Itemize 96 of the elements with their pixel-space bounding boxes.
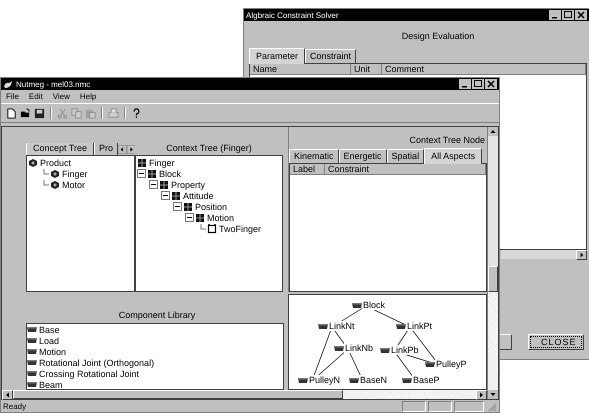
tray-icon (402, 376, 412, 384)
tree-item[interactable]: TwoFinger (219, 224, 262, 234)
menu-item[interactable]: Help (80, 91, 96, 102)
minimize-icon[interactable] (549, 10, 561, 20)
tab[interactable]: Spatial (386, 149, 424, 163)
column-header[interactable]: Unit (351, 64, 382, 74)
tree-item[interactable]: Finger (62, 168, 88, 178)
close-button[interactable]: CLOSE (528, 334, 584, 350)
frame-icon (207, 224, 217, 234)
list-item[interactable]: Motion (39, 346, 66, 356)
list-item[interactable]: Load (39, 336, 60, 346)
scrollbar[interactable] (501, 250, 587, 259)
column-header[interactable]: Name (250, 64, 351, 74)
list-item[interactable]: Beam (39, 380, 63, 389)
tray-icon (27, 337, 37, 344)
tray-icon (298, 376, 308, 384)
scroll-thumb[interactable] (488, 266, 498, 292)
maximize-icon[interactable] (562, 10, 574, 20)
collapse-icon[interactable] (185, 213, 194, 222)
app-icon (3, 80, 13, 88)
menu-item[interactable]: File (6, 91, 19, 102)
tab[interactable]: Kinematic (289, 149, 339, 163)
tree-item[interactable]: Property (171, 180, 206, 190)
column-header[interactable]: Comment (382, 64, 586, 74)
tree-item[interactable]: Finger (149, 158, 175, 168)
tray-icon (27, 348, 37, 355)
up-arrow-icon[interactable] (488, 127, 498, 136)
block-icon (147, 168, 157, 178)
tray-icon (318, 322, 328, 330)
block-icon (159, 180, 169, 190)
list-item[interactable]: Crossing Rotational Joint (39, 368, 140, 378)
tab[interactable]: Concept Tree (26, 143, 94, 155)
tree-item[interactable]: Block (159, 168, 182, 178)
window-title: Nutmeg - mel03.nmc (16, 80, 90, 88)
scroll-thumb[interactable] (13, 390, 343, 399)
collapse-icon[interactable] (137, 169, 146, 178)
tab[interactable]: Energetic (338, 149, 387, 163)
panel-heading: Component Library (118, 309, 196, 322)
column-header[interactable]: Constraint (325, 164, 486, 174)
scrollbar[interactable] (487, 127, 498, 399)
close-icon[interactable] (485, 79, 497, 89)
open-icon[interactable] (20, 108, 31, 118)
help-icon[interactable] (131, 108, 142, 118)
scrollbar[interactable] (2, 390, 487, 399)
block-icon (171, 190, 181, 200)
list-item[interactable]: Base (39, 324, 60, 334)
node-label[interactable]: PulleyP (435, 359, 468, 369)
node-label[interactable]: LinkPb (390, 345, 420, 355)
tree-item[interactable]: Product (40, 158, 72, 168)
node-label[interactable]: Block (362, 300, 386, 310)
node-label[interactable]: LinkPt (406, 321, 434, 331)
tree-item[interactable]: Motion (207, 212, 234, 222)
block-icon (183, 202, 193, 212)
tree-item[interactable]: Attitude (183, 190, 214, 200)
panel-heading: Context Tree Node (408, 135, 486, 147)
node-label[interactable]: BaseN (359, 375, 388, 385)
save-icon[interactable] (34, 108, 45, 118)
node-label[interactable]: LinkNt (328, 321, 356, 331)
tray-icon (396, 322, 406, 330)
block-icon (195, 212, 205, 222)
collapse-icon[interactable] (149, 180, 158, 189)
minimize-icon[interactable] (459, 79, 471, 89)
node-label[interactable]: BaseP (412, 375, 441, 385)
left-arrow-icon[interactable] (118, 145, 127, 154)
panel-heading: Context Tree (Finger) (165, 143, 253, 155)
tab[interactable]: Constraint (305, 49, 356, 63)
close-icon[interactable] (575, 10, 587, 20)
tray-icon (27, 359, 37, 366)
tab[interactable]: Parameter (249, 48, 306, 64)
column-header[interactable]: Label (290, 164, 325, 174)
tray-icon (27, 381, 37, 388)
collapse-icon[interactable] (161, 191, 170, 200)
tray-icon (380, 346, 390, 354)
tab[interactable]: All Aspects (424, 148, 482, 164)
tray-icon (349, 376, 359, 384)
menu-item[interactable]: Edit (28, 91, 43, 102)
tray-icon (27, 370, 37, 377)
down-arrow-icon[interactable] (488, 390, 498, 399)
tray-icon (334, 344, 344, 352)
tray-icon (425, 360, 435, 368)
maximize-icon[interactable] (472, 79, 484, 89)
status-text: Ready (3, 402, 28, 410)
block-icon (137, 158, 147, 168)
node-label[interactable]: PulleyN (308, 375, 342, 385)
window-title: Algbraic Constraint Solver (246, 10, 338, 20)
collapse-icon[interactable] (173, 202, 182, 211)
tray-icon (352, 302, 362, 308)
tree-item[interactable]: Position (195, 202, 228, 212)
panel-heading: Design Evaluation (400, 30, 476, 43)
tree-item[interactable]: Motor (62, 180, 86, 190)
menu-item[interactable]: View (52, 91, 70, 102)
tray-icon (27, 326, 37, 333)
list-item[interactable]: Rotational Joint (Orthogonal) (39, 358, 154, 368)
node-label[interactable]: LinkNb (344, 343, 374, 353)
new-icon[interactable] (6, 108, 17, 118)
resize-grip-icon[interactable] (486, 400, 497, 412)
